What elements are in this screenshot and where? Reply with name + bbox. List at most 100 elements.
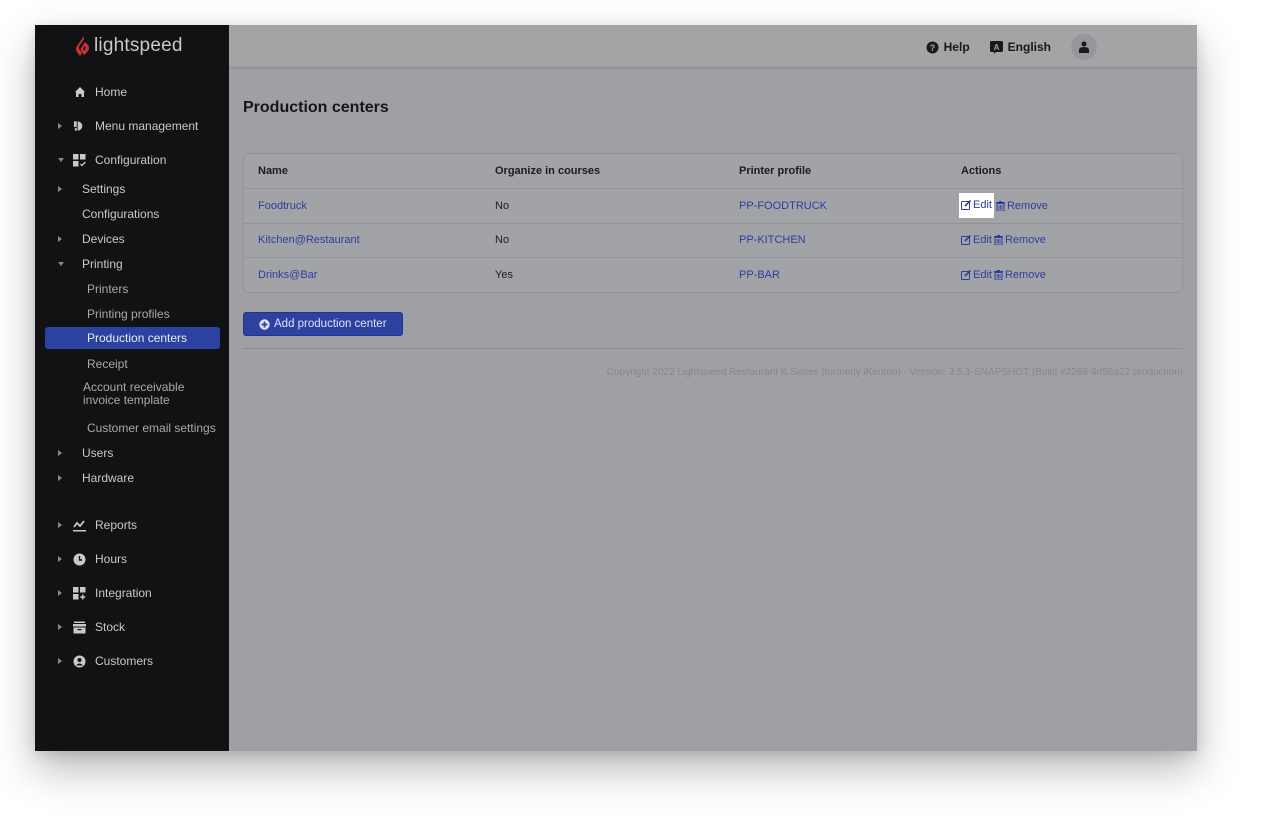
remove-button[interactable]: Remove: [995, 199, 1048, 212]
svg-text:A: A: [993, 42, 999, 51]
language-button[interactable]: A English: [989, 40, 1051, 54]
organize-in-courses-value: No: [495, 234, 510, 247]
copyright-footer: Copyright 2022 Lightspeed Restaurant K S…: [606, 367, 1183, 378]
edit-button[interactable]: Edit: [961, 269, 992, 281]
production-centers-table: Name Organize in courses Printer profile…: [243, 153, 1183, 293]
question-circle-icon: ?: [926, 41, 939, 53]
sidebar-item-reports[interactable]: Reports: [35, 517, 229, 533]
sidebar-item-label: Configuration: [95, 153, 167, 167]
sidebar-item-settings[interactable]: Settings: [35, 181, 229, 197]
sidebar-item-customer-email-settings[interactable]: Customer email settings: [35, 420, 229, 436]
sidebar-item-printers[interactable]: Printers: [35, 281, 229, 297]
column-header-name[interactable]: Name: [244, 165, 495, 177]
table-row: Foodtruck No PP-FOODTRUCK Edit Remove: [244, 188, 1182, 223]
production-center-name-link[interactable]: Drinks@Bar: [258, 269, 317, 281]
user-menu-button[interactable]: [1071, 34, 1097, 60]
caret-right-icon: [58, 590, 62, 596]
sidebar-item-label: Printing: [82, 257, 123, 271]
help-button[interactable]: ? Help: [926, 40, 970, 54]
edit-icon: [961, 200, 971, 211]
customers-icon: [73, 655, 86, 668]
production-center-name-link[interactable]: Foodtruck: [258, 200, 307, 212]
remove-label: Remove: [1004, 268, 1046, 281]
edit-label: Edit: [973, 234, 992, 247]
caret-right-icon: [58, 450, 62, 456]
edit-label: Edit: [973, 199, 992, 212]
sidebar-item-label: Customer email settings: [87, 421, 216, 435]
sidebar-item-account-receivable-invoice-template[interactable]: Account receivable invoice template: [35, 381, 229, 409]
remove-button[interactable]: Remove: [993, 268, 1046, 281]
column-header-printer-profile[interactable]: Printer profile: [739, 165, 961, 177]
caret-right-icon: [58, 658, 62, 664]
organize-in-courses-value: Yes: [495, 268, 513, 281]
sidebar-item-label: Integration: [95, 586, 152, 600]
remove-button[interactable]: Remove: [993, 234, 1046, 247]
configuration-icon: [73, 153, 86, 167]
caret-right-icon: [58, 556, 62, 562]
sidebar-item-integration[interactable]: Integration: [35, 585, 229, 601]
edit-button[interactable]: Edit: [959, 193, 994, 219]
sidebar-item-menu-management[interactable]: Menu management: [35, 118, 229, 134]
edit-button[interactable]: Edit: [961, 234, 992, 246]
sidebar-item-stock[interactable]: Stock: [35, 619, 229, 635]
sidebar-item-label: Home: [95, 85, 128, 99]
caret-right-icon: [58, 236, 62, 242]
edit-label: Edit: [973, 268, 992, 281]
sidebar-item-home[interactable]: Home: [35, 84, 229, 100]
user-icon: [1079, 41, 1089, 53]
printer-profile-link[interactable]: PP-BAR: [739, 269, 780, 281]
table-row: Kitchen@Restaurant No PP-KITCHEN Edit Re…: [244, 222, 1182, 258]
sidebar-item-label: Settings: [82, 182, 126, 196]
sidebar-item-hours[interactable]: Hours: [35, 551, 229, 567]
clock-icon: [73, 553, 86, 566]
sidebar-item-hardware[interactable]: Hardware: [35, 470, 229, 486]
sidebar-item-printing-profiles[interactable]: Printing profiles: [35, 306, 229, 322]
remove-label: Remove: [1006, 199, 1048, 212]
sidebar-item-label: Printers: [87, 282, 129, 296]
svg-text:?: ?: [929, 42, 935, 52]
sidebar-item-label: Hardware: [82, 471, 135, 485]
caret-right-icon: [58, 123, 62, 129]
top-bar: ? Help A English: [229, 25, 1197, 68]
home-icon: [73, 86, 86, 99]
sidebar-item-label: Printing profiles: [87, 307, 170, 321]
caret-right-icon: [58, 522, 62, 528]
caret-down-icon: [58, 262, 64, 266]
page-title: Production centers: [243, 99, 389, 116]
add-production-center-button[interactable]: Add production center: [243, 312, 403, 336]
printer-profile-link[interactable]: PP-KITCHEN: [739, 234, 806, 246]
sidebar-item-users[interactable]: Users: [35, 445, 229, 461]
column-header-organize-in-courses[interactable]: Organize in courses: [495, 165, 739, 177]
stock-icon: [73, 621, 86, 634]
caret-right-icon: [58, 475, 62, 481]
label-line-1: Account receivable: [83, 380, 185, 394]
top-actions: ? Help A English: [926, 34, 1097, 60]
row-actions: Edit Remove: [961, 269, 1182, 281]
sidebar-item-customers[interactable]: Customers: [35, 653, 229, 669]
sidebar-item-label: Production centers: [87, 331, 188, 345]
caret-right-icon: [58, 186, 62, 192]
caret-down-icon: [58, 158, 64, 162]
edit-icon: [961, 235, 971, 246]
sidebar-item-label: Account receivable invoice template: [83, 381, 184, 407]
caret-right-icon: [58, 624, 62, 630]
add-button-label: Add production center: [274, 318, 387, 330]
printer-profile-link[interactable]: PP-FOODTRUCK: [739, 200, 827, 212]
trash-icon: [995, 200, 1005, 211]
sidebar-item-configuration[interactable]: Configuration: [35, 152, 229, 168]
logo[interactable]: lightspeed: [75, 35, 183, 57]
sidebar: lightspeed Home Menu management Configur…: [35, 25, 229, 751]
sidebar-item-configurations[interactable]: Configurations: [35, 206, 229, 222]
remove-label: Remove: [1004, 234, 1046, 247]
sidebar-item-label: Users: [82, 446, 114, 460]
sidebar-item-label: Stock: [95, 620, 126, 634]
label-line-2: invoice template: [83, 393, 170, 407]
production-center-name-link[interactable]: Kitchen@Restaurant: [258, 234, 360, 246]
sidebar-item-devices[interactable]: Devices: [35, 231, 229, 247]
row-actions: Edit Remove: [959, 193, 1182, 219]
sidebar-item-receipt[interactable]: Receipt: [35, 356, 229, 372]
sidebar-item-label: Customers: [95, 654, 154, 668]
sidebar-item-production-centers[interactable]: Production centers: [45, 327, 220, 349]
lightspeed-flame-icon: [76, 36, 89, 56]
sidebar-item-printing[interactable]: Printing: [35, 256, 229, 272]
